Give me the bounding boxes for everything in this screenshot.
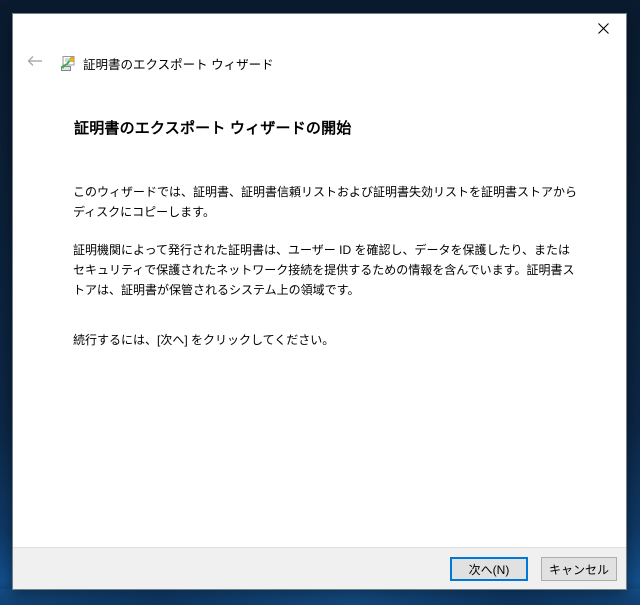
back-arrow-icon	[27, 54, 43, 72]
description-paragraph: 証明機関によって発行された証明書は、ユーザー ID を確認し、データを保護したり…	[73, 243, 575, 297]
page-heading: 証明書のエクスポート ウィザードの開始	[74, 120, 352, 137]
intro-paragraph: このウィザードでは、証明書、証明書信頼リストおよび証明書失効リストを証明書ストア…	[73, 185, 578, 219]
next-button[interactable]: 次へ(N)	[450, 557, 528, 581]
wizard-title: 証明書のエクスポート ウィザード	[83, 57, 274, 72]
title-bar	[13, 14, 626, 46]
wizard-window: 証明書のエクスポート ウィザード 証明書のエクスポート ウィザードの開始 このウ…	[12, 13, 627, 590]
continue-instruction: 続行するには、[次へ] をクリックしてください。	[73, 333, 335, 347]
certificate-export-icon	[59, 55, 76, 72]
back-button[interactable]	[22, 52, 48, 74]
cancel-button[interactable]: キャンセル	[541, 557, 617, 581]
button-bar: 次へ(N) キャンセル	[13, 547, 626, 589]
close-button[interactable]	[581, 14, 626, 46]
wizard-nav-row: 証明書のエクスポート ウィザード	[13, 46, 626, 80]
close-icon	[598, 21, 609, 39]
